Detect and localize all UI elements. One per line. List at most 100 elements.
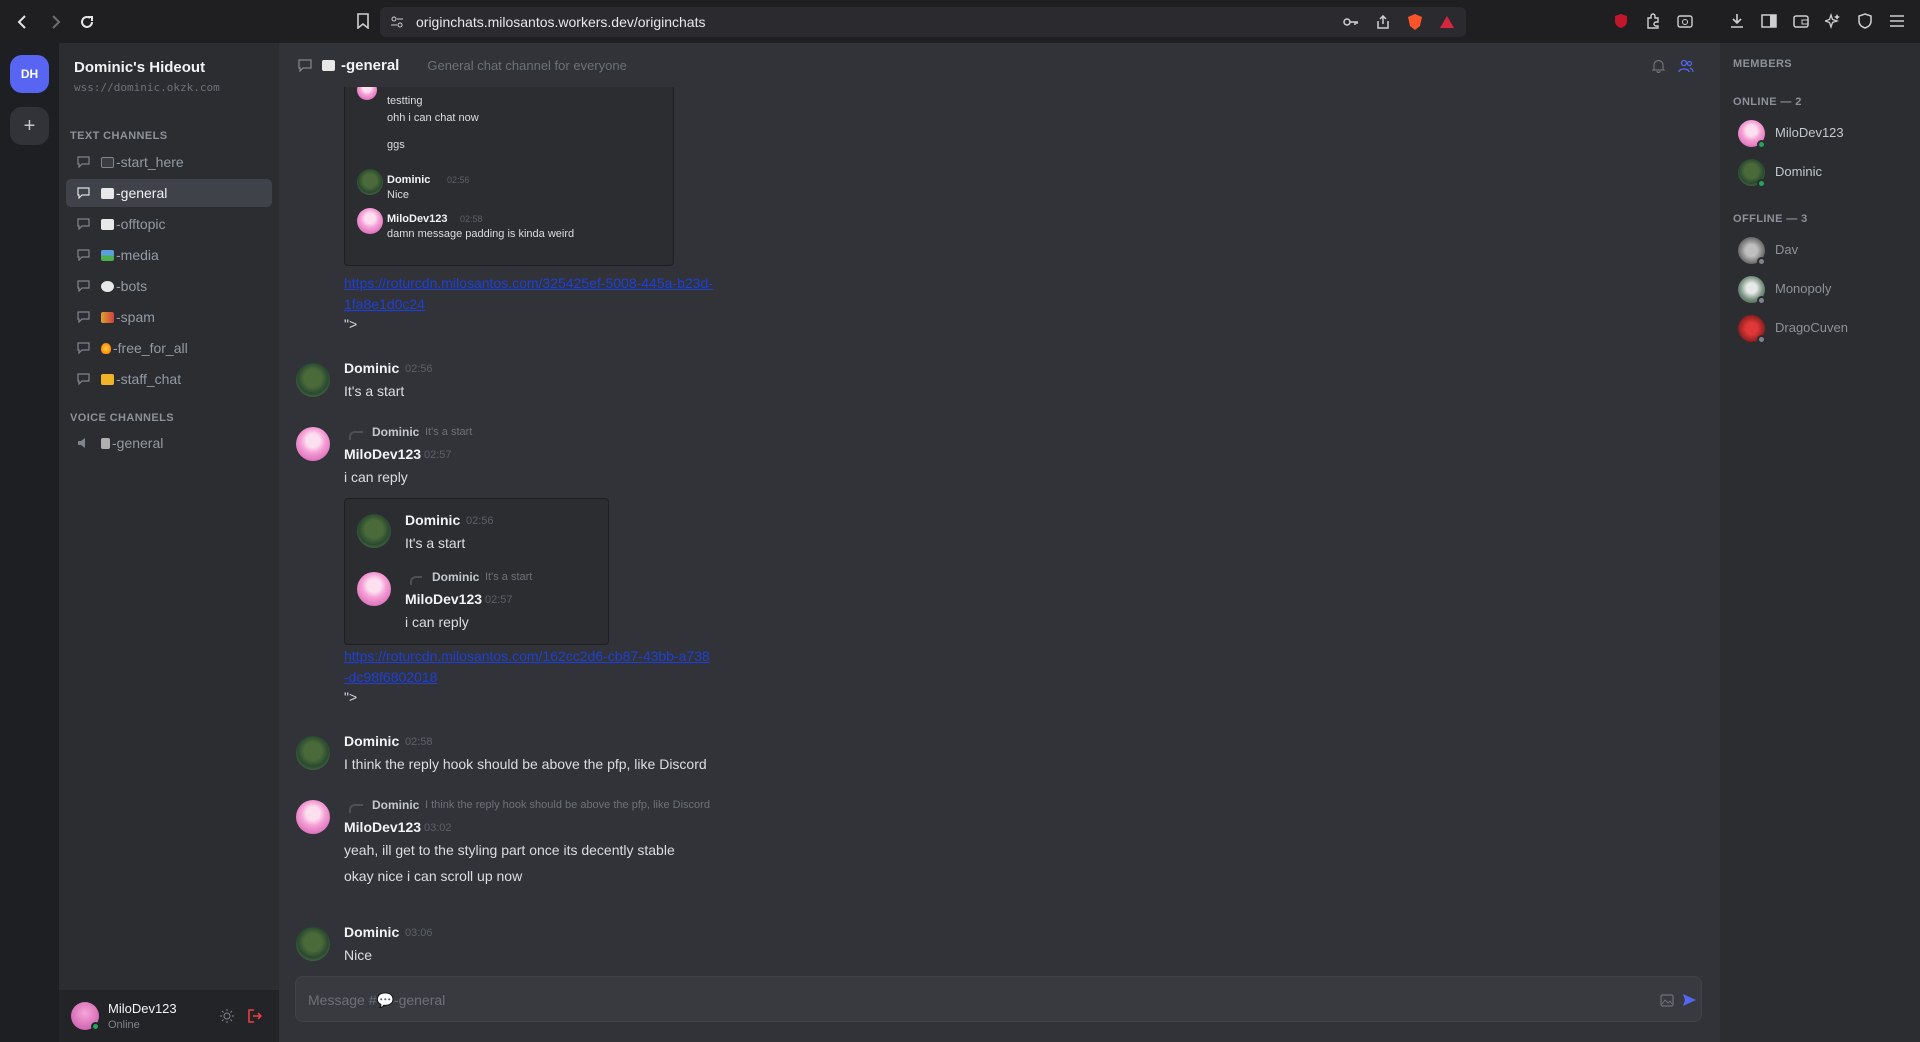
image-icon <box>1660 993 1674 1007</box>
online-status-dot <box>1757 179 1766 188</box>
logout-button[interactable] <box>247 1008 263 1024</box>
member-name: MiloDev123 <box>1775 125 1844 140</box>
back-icon[interactable] <box>10 9 36 35</box>
voice-channel-general[interactable]: -general <box>66 429 272 457</box>
message-text: testting <box>387 95 423 107</box>
wallet-icon[interactable] <box>1792 12 1810 30</box>
message-author[interactable]: Dominic <box>344 924 399 940</box>
avatar[interactable] <box>296 427 330 461</box>
member-name: Monopoly <box>1775 281 1832 296</box>
message-author[interactable]: Dominic <box>344 733 399 749</box>
message-input[interactable] <box>308 988 1608 1012</box>
url-text[interactable]: originchats.milosantos.workers.dev/origi… <box>416 14 705 30</box>
fire-emoji-icon <box>101 342 111 354</box>
message-author[interactable]: MiloDev123 <box>344 446 421 462</box>
key-icon[interactable] <box>1342 13 1360 31</box>
members-icon[interactable] <box>1677 57 1695 75</box>
forward-icon[interactable] <box>42 9 68 35</box>
reply-text[interactable]: I think the reply hook should be above t… <box>425 799 710 811</box>
user-name: MiloDev123 <box>108 1001 177 1016</box>
channel-spam[interactable]: -spam <box>66 303 272 331</box>
extensions-icon[interactable] <box>1644 12 1662 30</box>
reply-author[interactable]: Dominic <box>372 798 419 812</box>
avatar[interactable] <box>296 800 330 834</box>
chat-bubble-icon <box>77 342 91 354</box>
message-author: MiloDev123 <box>387 213 448 225</box>
channel-label: -general <box>116 185 168 201</box>
chat-bubble-icon <box>77 249 91 261</box>
brave-rewards-icon[interactable] <box>1438 13 1456 31</box>
message-text: Nice <box>344 947 373 963</box>
channel-sidebar: Dominic's Hideout wss://dominic.okzk.com… <box>59 43 279 1042</box>
server-icon-dh[interactable]: DH <box>10 55 49 93</box>
message-timestamp: 02:56 <box>447 175 470 185</box>
bell-icon[interactable] <box>1649 57 1667 75</box>
user-status: Online <box>108 1019 140 1031</box>
avatar[interactable] <box>296 927 330 961</box>
member-item[interactable]: Dominic <box>1720 155 1920 189</box>
channel-media[interactable]: -media <box>66 241 272 269</box>
share-icon[interactable] <box>1374 13 1392 31</box>
add-server-button[interactable]: + <box>10 107 49 145</box>
image-upload-button[interactable] <box>1658 991 1676 1009</box>
message-author[interactable]: Dominic <box>344 360 399 376</box>
address-bar[interactable]: originchats.milosantos.workers.dev/origi… <box>380 7 1466 37</box>
menu-icon[interactable] <box>1888 12 1906 30</box>
robot-emoji-icon <box>101 280 114 292</box>
bookmark-icon[interactable] <box>354 12 372 30</box>
attachment-link[interactable]: https://roturcdn.milosantos.com/325425ef… <box>344 273 714 315</box>
server-rail: DH + <box>0 43 59 1042</box>
reply-text[interactable]: It's a start <box>425 426 472 438</box>
theme-toggle-button[interactable] <box>219 1008 235 1024</box>
channel-offtopic[interactable]: -offtopic <box>66 210 272 238</box>
message-text: ohh i can chat now <box>387 112 479 124</box>
channel-bots[interactable]: -bots <box>66 272 272 300</box>
channel-free-for-all[interactable]: -free_for_all <box>66 334 272 362</box>
user-panel: MiloDev123 Online <box>59 990 279 1042</box>
member-name: Dominic <box>1775 164 1822 179</box>
member-item[interactable]: DragoCuven <box>1720 311 1920 345</box>
attachment-link[interactable]: https://roturcdn.milosantos.com/162cc2d6… <box>344 646 714 688</box>
site-settings-icon[interactable] <box>388 13 406 31</box>
channel-general[interactable]: -general <box>66 179 272 207</box>
chat-main: -general General chat channel for everyo… <box>279 43 1720 1042</box>
channel-staff-chat[interactable]: -staff_chat <box>66 365 272 393</box>
screenshot-icon[interactable] <box>1676 12 1694 30</box>
avatar[interactable] <box>296 363 330 397</box>
message-list: testting ohh i can chat now ggs Dominic … <box>279 87 1720 1017</box>
reply-author[interactable]: Dominic <box>372 425 419 439</box>
online-header: ONLINE — 2 <box>1733 96 1802 108</box>
message-author: Dominic <box>387 174 431 186</box>
reply-hook <box>349 804 363 813</box>
member-item[interactable]: MiloDev123 <box>1720 116 1920 150</box>
speaker-emoji-icon <box>101 437 110 449</box>
channel-label: -free_for_all <box>113 340 188 356</box>
reply-text: It's a start <box>485 571 533 583</box>
chat-bubble-icon <box>77 311 91 323</box>
channel-start-here[interactable]: -start_here <box>66 148 272 176</box>
message-timestamp: 02:57 <box>424 449 452 461</box>
message-text: I think the reply hook should be above t… <box>344 756 707 772</box>
brave-shield-icon[interactable] <box>1406 13 1424 31</box>
channel-label: -offtopic <box>116 216 166 232</box>
avatar[interactable] <box>296 736 330 770</box>
member-item[interactable]: Monopoly <box>1720 272 1920 306</box>
voice-channels-header: VOICE CHANNELS <box>70 412 174 424</box>
speech-emoji-icon <box>101 187 114 199</box>
leo-ai-icon[interactable] <box>1824 12 1842 30</box>
sidebar-toggle-icon[interactable] <box>1760 12 1778 30</box>
server-name[interactable]: Dominic's Hideout <box>74 59 205 76</box>
crown-emoji-icon <box>101 373 114 385</box>
member-list: MEMBERS ONLINE — 2 MiloDev123 Dominic OF… <box>1720 43 1920 1042</box>
reload-icon[interactable] <box>74 9 100 35</box>
member-item[interactable]: Dav <box>1720 233 1920 267</box>
download-icon[interactable] <box>1728 12 1746 30</box>
page-emoji-icon <box>101 156 114 168</box>
server-address: wss://dominic.okzk.com <box>74 81 220 94</box>
browser-toolbar: originchats.milosantos.workers.dev/origi… <box>0 0 1920 43</box>
vpn-shield-icon[interactable] <box>1856 12 1874 30</box>
online-status-dot <box>1757 140 1766 149</box>
message-author[interactable]: MiloDev123 <box>344 819 421 835</box>
ublock-icon[interactable] <box>1612 12 1630 30</box>
send-button[interactable] <box>1680 991 1698 1009</box>
